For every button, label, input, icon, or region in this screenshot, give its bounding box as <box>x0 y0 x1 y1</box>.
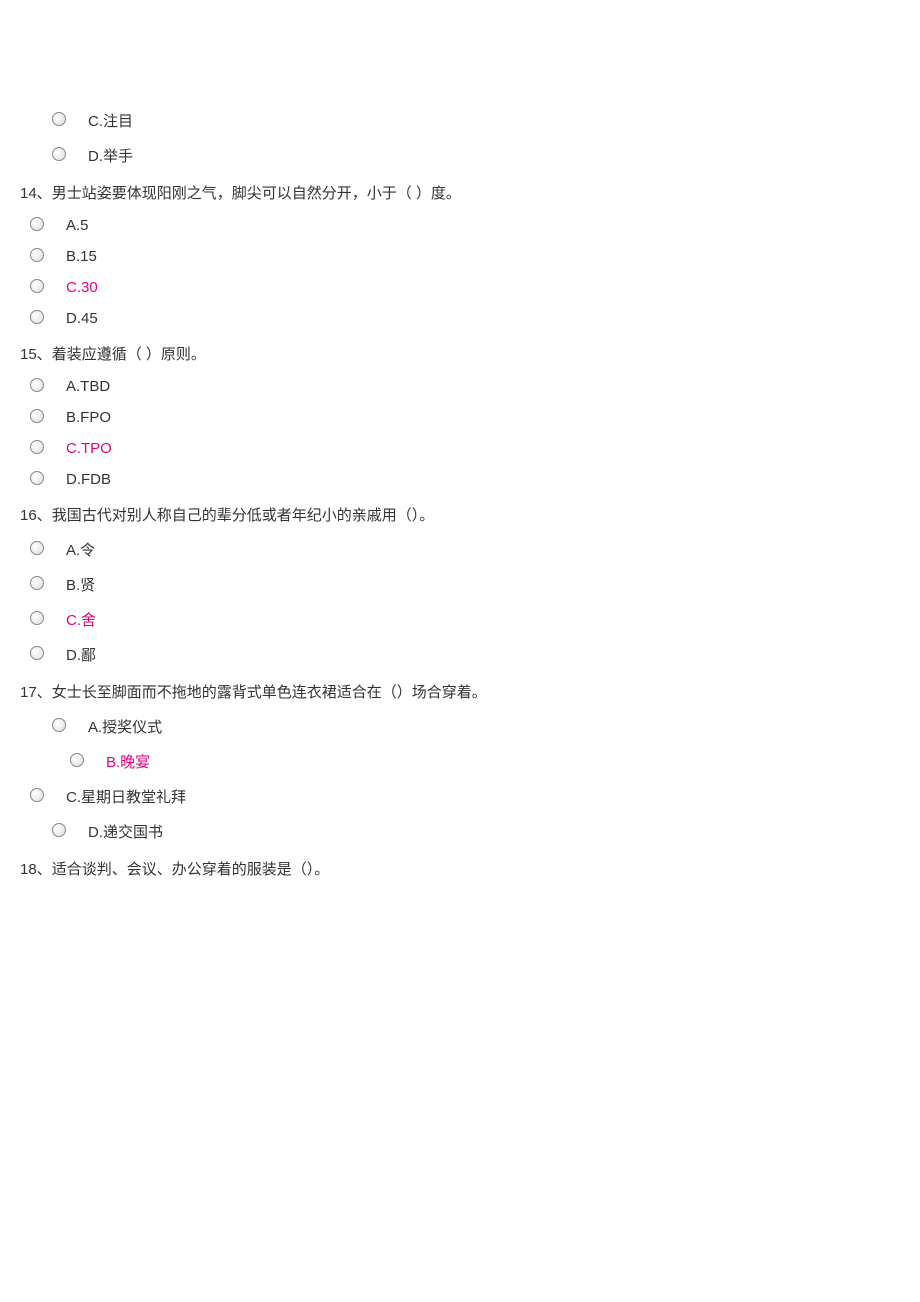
option-row[interactable]: D.45 <box>20 310 900 327</box>
question-number: 17、 <box>20 684 52 701</box>
question-number: 14、 <box>20 185 52 202</box>
question-text: 着装应遵循（ ）原则。 <box>52 346 206 363</box>
radio-icon[interactable] <box>30 279 44 293</box>
radio-icon[interactable] <box>30 409 44 423</box>
radio-icon[interactable] <box>30 541 44 555</box>
question-15: 15、着装应遵循（ ）原则。 A.TBD B.FPO C.TPO D.FDB <box>20 341 900 488</box>
quiz-content: C.注目 D.举手 14、男士站姿要体现阳刚之气，脚尖可以自然分开，小于（ ）度… <box>0 0 920 933</box>
question-number: 18、 <box>20 861 52 878</box>
option-label: C.30 <box>66 279 98 296</box>
question-text: 女士长至脚面而不拖地的露背式单色连衣裙适合在（）场合穿着。 <box>52 684 487 701</box>
radio-icon[interactable] <box>30 576 44 590</box>
option-row[interactable]: A.令 <box>20 539 900 560</box>
option-row[interactable]: D.鄙 <box>20 644 900 665</box>
radio-icon[interactable] <box>52 112 66 126</box>
radio-icon[interactable] <box>70 753 84 767</box>
option-label: C.TPO <box>66 440 112 457</box>
orphan-options-block: C.注目 D.举手 <box>20 110 900 166</box>
option-row[interactable]: B.晚宴 <box>20 751 900 772</box>
option-row[interactable]: D.递交国书 <box>20 821 900 842</box>
option-row[interactable]: A.TBD <box>20 378 900 395</box>
option-row[interactable]: C.星期日教堂礼拜 <box>20 786 900 807</box>
option-row[interactable]: D.举手 <box>20 145 900 166</box>
radio-icon[interactable] <box>30 646 44 660</box>
question-stem: 15、着装应遵循（ ）原则。 <box>20 341 900 368</box>
radio-icon[interactable] <box>30 788 44 802</box>
option-row[interactable]: B.FPO <box>20 409 900 426</box>
option-label: B.15 <box>66 248 97 265</box>
option-label: B.FPO <box>66 409 111 426</box>
option-label: C.注目 <box>88 110 133 131</box>
option-label: D.递交国书 <box>88 821 163 842</box>
option-label: A.TBD <box>66 378 110 395</box>
question-text: 我国古代对别人称自己的辈分低或者年纪小的亲戚用（）。 <box>52 507 435 524</box>
question-text: 男士站姿要体现阳刚之气，脚尖可以自然分开，小于（ ）度。 <box>52 185 461 202</box>
question-18: 18、适合谈判、会议、办公穿着的服装是（）。 <box>20 856 900 883</box>
question-number: 15、 <box>20 346 52 363</box>
question-number: 16、 <box>20 507 52 524</box>
question-stem: 14、男士站姿要体现阳刚之气，脚尖可以自然分开，小于（ ）度。 <box>20 180 900 207</box>
question-stem: 17、女士长至脚面而不拖地的露背式单色连衣裙适合在（）场合穿着。 <box>20 679 900 706</box>
option-label: A.5 <box>66 217 89 234</box>
option-row[interactable]: C.注目 <box>20 110 900 131</box>
question-16: 16、我国古代对别人称自己的辈分低或者年纪小的亲戚用（）。 A.令 B.贤 C.… <box>20 502 900 665</box>
option-label: C.舍 <box>66 609 96 630</box>
option-label: A.授奖仪式 <box>88 716 162 737</box>
radio-icon[interactable] <box>30 611 44 625</box>
option-label: D.45 <box>66 310 98 327</box>
option-label: D.FDB <box>66 471 111 488</box>
question-14: 14、男士站姿要体现阳刚之气，脚尖可以自然分开，小于（ ）度。 A.5 B.15… <box>20 180 900 327</box>
option-label: A.令 <box>66 539 95 560</box>
option-label: D.举手 <box>88 145 133 166</box>
radio-icon[interactable] <box>30 471 44 485</box>
option-row[interactable]: B.15 <box>20 248 900 265</box>
option-label: D.鄙 <box>66 644 96 665</box>
option-row[interactable]: B.贤 <box>20 574 900 595</box>
radio-icon[interactable] <box>52 718 66 732</box>
question-text: 适合谈判、会议、办公穿着的服装是（）。 <box>52 861 330 878</box>
option-label: B.贤 <box>66 574 95 595</box>
question-stem: 18、适合谈判、会议、办公穿着的服装是（）。 <box>20 856 900 883</box>
radio-icon[interactable] <box>30 217 44 231</box>
radio-icon[interactable] <box>52 147 66 161</box>
option-row[interactable]: C.TPO <box>20 440 900 457</box>
option-label: B.晚宴 <box>106 751 150 772</box>
option-row[interactable]: A.5 <box>20 217 900 234</box>
option-row[interactable]: C.舍 <box>20 609 900 630</box>
radio-icon[interactable] <box>52 823 66 837</box>
radio-icon[interactable] <box>30 440 44 454</box>
question-17: 17、女士长至脚面而不拖地的露背式单色连衣裙适合在（）场合穿着。 A.授奖仪式 … <box>20 679 900 842</box>
option-row[interactable]: A.授奖仪式 <box>20 716 900 737</box>
option-row[interactable]: C.30 <box>20 279 900 296</box>
radio-icon[interactable] <box>30 310 44 324</box>
question-stem: 16、我国古代对别人称自己的辈分低或者年纪小的亲戚用（）。 <box>20 502 900 529</box>
option-row[interactable]: D.FDB <box>20 471 900 488</box>
option-label: C.星期日教堂礼拜 <box>66 786 186 807</box>
radio-icon[interactable] <box>30 378 44 392</box>
radio-icon[interactable] <box>30 248 44 262</box>
